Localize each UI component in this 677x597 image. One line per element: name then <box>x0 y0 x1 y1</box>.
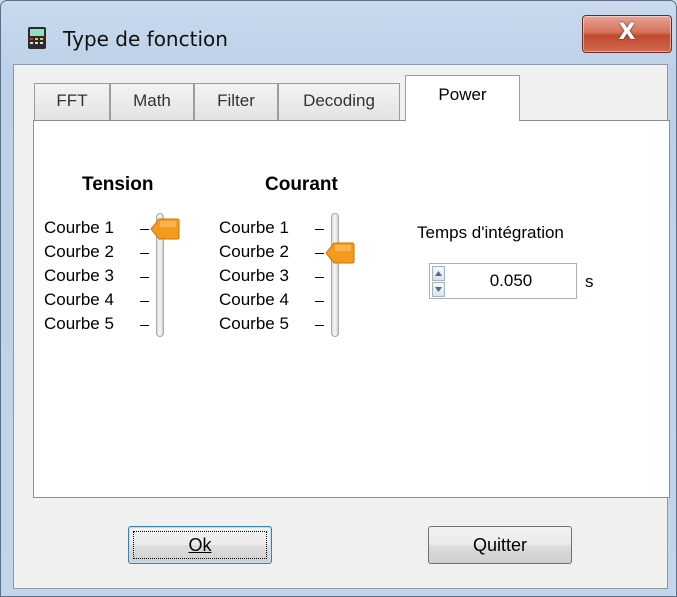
tension-option-3: Courbe 3 <box>44 266 114 285</box>
courant-option-5: Courbe 5 <box>219 314 289 333</box>
tab-filter[interactable]: Filter <box>194 83 278 120</box>
courant-option-1: Courbe 1 <box>219 218 289 237</box>
arrow-down-icon <box>435 287 442 292</box>
quit-button-label: Quitter <box>472 535 528 555</box>
tension-heading: Tension <box>82 174 154 195</box>
integration-time-label: Temps d'intégration <box>417 223 564 242</box>
courant-tick <box>315 253 324 254</box>
tab-decoding[interactable]: Decoding <box>278 83 400 120</box>
app-icon <box>28 27 46 49</box>
power-tab-panel: Tension Courbe 1 Courbe 2 Courbe 3 Courb… <box>33 120 670 498</box>
courant-tick <box>315 229 324 230</box>
tension-tick <box>140 229 149 230</box>
tension-tick <box>140 325 149 326</box>
courant-slider-thumb[interactable] <box>325 241 355 265</box>
close-button[interactable]: X <box>582 15 672 53</box>
tension-slider-thumb[interactable] <box>150 217 180 241</box>
courant-slider-track[interactable] <box>331 213 339 337</box>
tab-math[interactable]: Math <box>110 83 194 120</box>
title-bar[interactable]: Type de fonction X <box>1 1 676 63</box>
tab-power[interactable]: Power <box>405 75 520 121</box>
tension-option-1: Courbe 1 <box>44 218 114 237</box>
quit-button[interactable]: Quitter <box>428 526 572 564</box>
close-icon: X <box>618 20 636 45</box>
courant-option-4: Courbe 4 <box>219 290 289 309</box>
integration-time-unit: s <box>585 272 594 291</box>
courant-option-3: Courbe 3 <box>219 266 289 285</box>
courant-tick <box>315 301 324 302</box>
tension-tick <box>140 277 149 278</box>
tension-tick <box>140 253 149 254</box>
courant-option-2: Courbe 2 <box>219 242 289 261</box>
spin-up-button[interactable] <box>432 266 445 281</box>
focus-indicator <box>133 531 267 559</box>
tension-tick <box>140 301 149 302</box>
arrow-up-icon <box>435 271 442 276</box>
ok-button[interactable]: Ok <box>128 526 272 564</box>
window-title: Type de fonction <box>63 27 228 51</box>
courant-heading: Courant <box>265 174 338 195</box>
tension-option-2: Courbe 2 <box>44 242 114 261</box>
integration-time-spinner[interactable]: 0.050 <box>429 263 577 299</box>
spin-down-button[interactable] <box>432 282 445 297</box>
courant-tick <box>315 277 324 278</box>
dialog-window: Type de fonction X FFT Math Filter Decod… <box>0 0 677 597</box>
tension-option-4: Courbe 4 <box>44 290 114 309</box>
tab-fft[interactable]: FFT <box>34 83 110 120</box>
client-area: FFT Math Filter Decoding Power Tension C… <box>13 64 670 589</box>
tension-option-5: Courbe 5 <box>44 314 114 333</box>
courant-tick <box>315 325 324 326</box>
integration-time-value[interactable]: 0.050 <box>448 271 574 291</box>
